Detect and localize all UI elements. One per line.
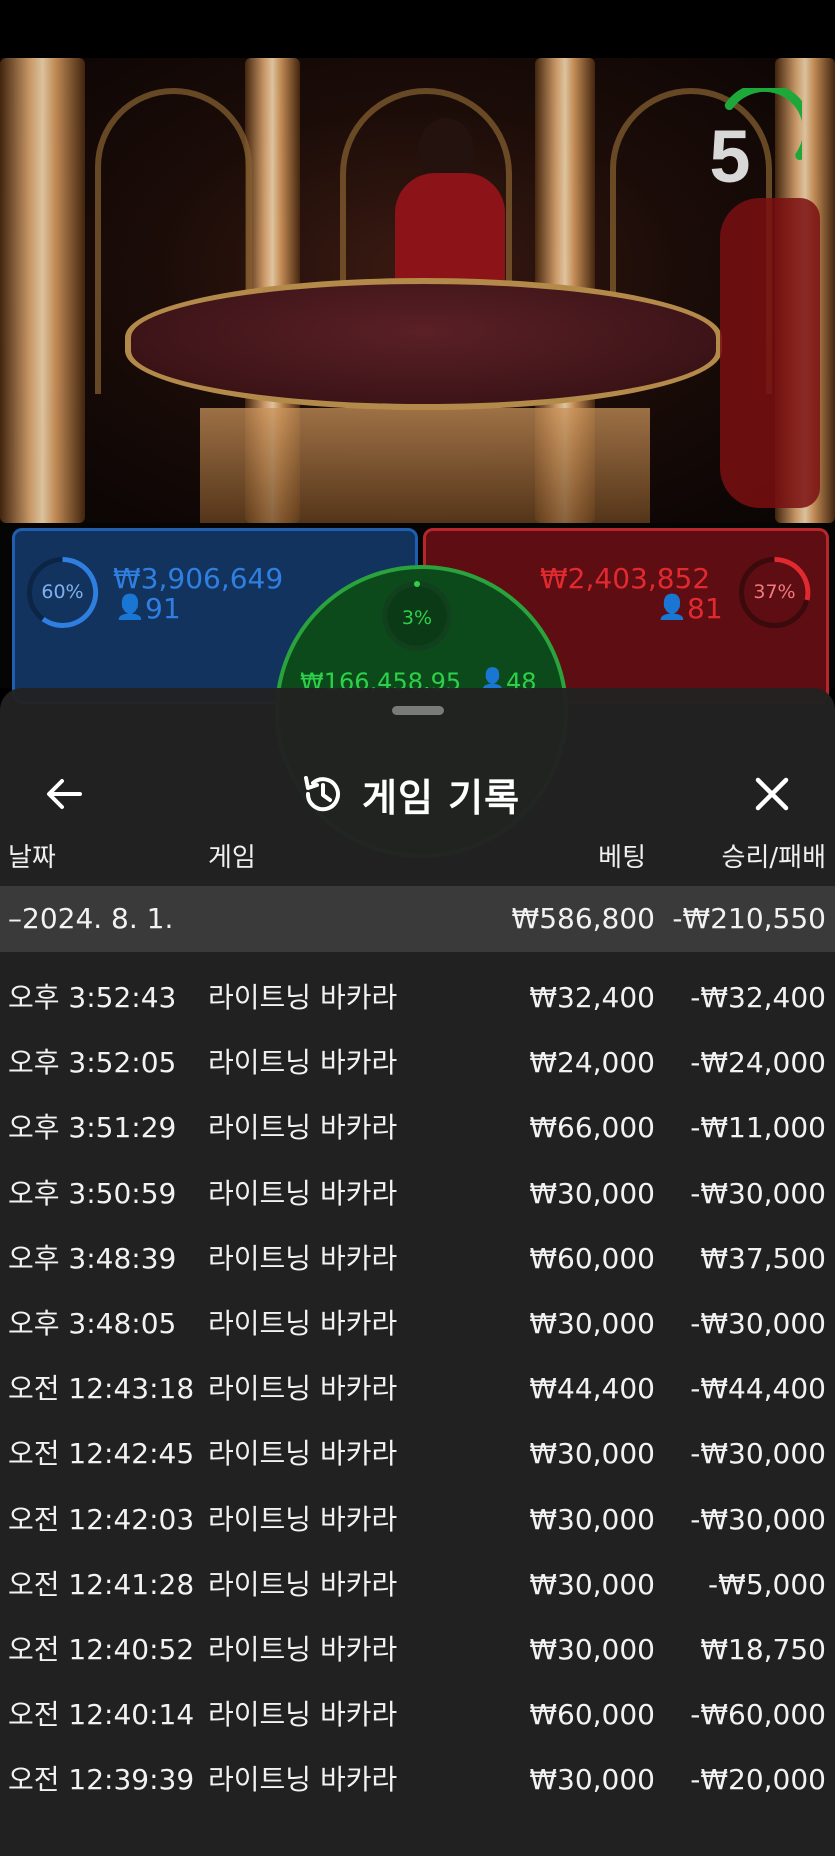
row-bet: ₩30,000 [529,1633,655,1666]
row-result: -₩32,400 [690,981,826,1014]
table-row[interactable]: 오후 3:52:05 라이트닝 바카라 ₩24,000 -₩24,000 [0,1031,835,1095]
tie-percent: 3% [401,607,433,629]
sheet-header: 게임 기록 [0,720,835,830]
table-row[interactable]: 오후 3:51:29 라이트닝 바카라 ₩66,000 -₩11,000 [0,1096,835,1160]
row-time: 오전 12:41:28 [8,1567,195,1601]
row-bet: ₩30,000 [529,1502,655,1536]
table-row[interactable]: 오후 3:50:59 라이트닝 바카라 ₩30,000 -₩30,000 [0,1162,835,1226]
row-result: -₩11,000 [690,1111,826,1145]
row-result: -₩30,000 [690,1437,826,1471]
row-time: 오전 12:43:18 [8,1372,195,1406]
banker-percent: 37% [753,581,796,603]
status-bar [0,0,835,58]
row-result: -₩30,000 [690,1307,826,1340]
table-base [200,408,650,523]
row-bet: ₩30,000 [529,1567,655,1601]
banker-total-amount: ₩2,403,852 [540,562,711,595]
row-result: -₩30,000 [690,1176,826,1210]
row-game: 라이트닝 바카라 [208,1111,398,1145]
row-time: 오후 3:51:29 [8,1111,177,1145]
row-game: 라이트닝 바카라 [208,1046,398,1080]
tie-user-icon: 👤 [480,666,505,690]
row-result: -₩24,000 [690,1046,826,1080]
row-game: 라이트닝 바카라 [208,1567,398,1601]
arrow-left-icon[interactable] [40,770,88,818]
row-bet: ₩30,000 [529,1176,655,1210]
row-bet: ₩44,400 [529,1372,655,1406]
table-row[interactable]: 오전 12:41:28 라이트닝 바카라 ₩30,000 -₩5,000 [0,1553,835,1617]
column-header-game[interactable]: 게임 [208,836,256,880]
row-result: ₩37,500 [700,1241,826,1275]
row-bet: ₩60,000 [529,1241,655,1275]
pillar-left [0,58,85,523]
row-time: 오후 3:52:05 [8,1046,177,1080]
table-row[interactable]: 오전 12:43:18 라이트닝 바카라 ₩44,400 -₩44,400 [0,1357,835,1421]
column-header-bet[interactable]: 베팅 [598,836,646,880]
summary-total-bet: ₩586,800 [511,902,655,935]
row-game: 라이트닝 바카라 [208,1763,398,1797]
date-group-summary-row[interactable]: –2024. 8. 1. ₩586,800 -₩210,550 [0,886,835,952]
side-person [720,198,820,508]
row-result: -₩60,000 [690,1698,826,1732]
table-row[interactable]: 오후 3:52:43 라이트닝 바카라 ₩32,400 -₩32,400 [0,966,835,1030]
row-bet: ₩66,000 [529,1111,655,1145]
player-bettor-count: 91 [145,592,181,625]
table-row[interactable]: 오전 12:42:45 라이트닝 바카라 ₩30,000 -₩30,000 [0,1422,835,1486]
sheet-title-group: 게임 기록 [300,766,520,822]
table-row[interactable]: 오전 12:40:14 라이트닝 바카라 ₩60,000 -₩60,000 [0,1683,835,1747]
row-result: -₩5,000 [708,1567,826,1601]
row-bet: ₩60,000 [529,1698,655,1732]
row-bet: ₩24,000 [529,1046,655,1080]
table-row[interactable]: 오후 3:48:39 라이트닝 바카라 ₩60,000 ₩37,500 [0,1227,835,1291]
row-bet: ₩30,000 [529,1437,655,1471]
row-time: 오후 3:50:59 [8,1176,177,1210]
row-time: 오전 12:42:03 [8,1502,195,1536]
banker-bettor-count: 81 [687,592,723,625]
row-time: 오전 12:39:39 [8,1763,195,1797]
table-row[interactable]: 오후 3:48:05 라이트닝 바카라 ₩30,000 -₩30,000 [0,1292,835,1356]
row-game: 라이트닝 바카라 [208,1698,398,1732]
row-game: 라이트닝 바카라 [208,1502,398,1536]
summary-date: –2024. 8. 1. [8,902,174,935]
close-icon[interactable] [748,770,796,818]
player-total-amount: ₩3,906,649 [113,562,284,595]
table-row[interactable]: 오전 12:42:03 라이트닝 바카라 ₩30,000 -₩30,000 [0,1488,835,1552]
player-user-icon: 👤 [115,593,145,621]
row-bet: ₩32,400 [529,981,655,1014]
countdown-number: 5 [709,115,751,198]
history-icon [304,776,340,812]
row-bet: ₩30,000 [529,1307,655,1340]
baccarat-table [125,278,722,410]
row-game: 라이트닝 바카라 [208,1437,398,1471]
row-result: -₩20,000 [690,1763,826,1797]
player-percent: 60% [41,581,84,603]
column-header-date[interactable]: 날짜 [8,836,56,880]
sheet-drag-handle[interactable] [392,706,444,715]
column-header-result[interactable]: 승리/패배 [722,836,826,880]
summary-total-result: -₩210,550 [672,902,826,935]
row-game: 라이트닝 바카라 [208,1633,398,1666]
sheet-title: 게임 기록 [362,775,521,820]
row-time: 오후 3:52:43 [8,981,177,1014]
row-game: 라이트닝 바카라 [208,1176,398,1210]
row-time: 오전 12:42:45 [8,1437,195,1471]
row-result: ₩18,750 [700,1633,826,1666]
banker-user-icon: 👤 [657,593,687,621]
row-time: 오후 3:48:39 [8,1241,177,1275]
row-result: -₩30,000 [690,1502,826,1536]
table-row[interactable]: 오전 12:39:39 라이트닝 바카라 ₩30,000 -₩20,000 [0,1748,835,1812]
table-row[interactable]: 오전 12:40:52 라이트닝 바카라 ₩30,000 ₩18,750 [0,1618,835,1682]
row-game: 라이트닝 바카라 [208,1241,398,1275]
row-time: 오후 3:48:05 [8,1307,177,1340]
row-time: 오전 12:40:52 [8,1633,195,1666]
row-game: 라이트닝 바카라 [208,981,398,1014]
row-bet: ₩30,000 [529,1763,655,1797]
row-result: -₩44,400 [690,1372,826,1406]
row-time: 오전 12:40:14 [8,1698,195,1732]
row-game: 라이트닝 바카라 [208,1372,398,1406]
row-game: 라이트닝 바카라 [208,1307,398,1340]
game-history-sheet: 게임 기록 날짜 게임 베팅 승리/패배 –2024. 8. 1. ₩586,8… [0,688,835,1856]
